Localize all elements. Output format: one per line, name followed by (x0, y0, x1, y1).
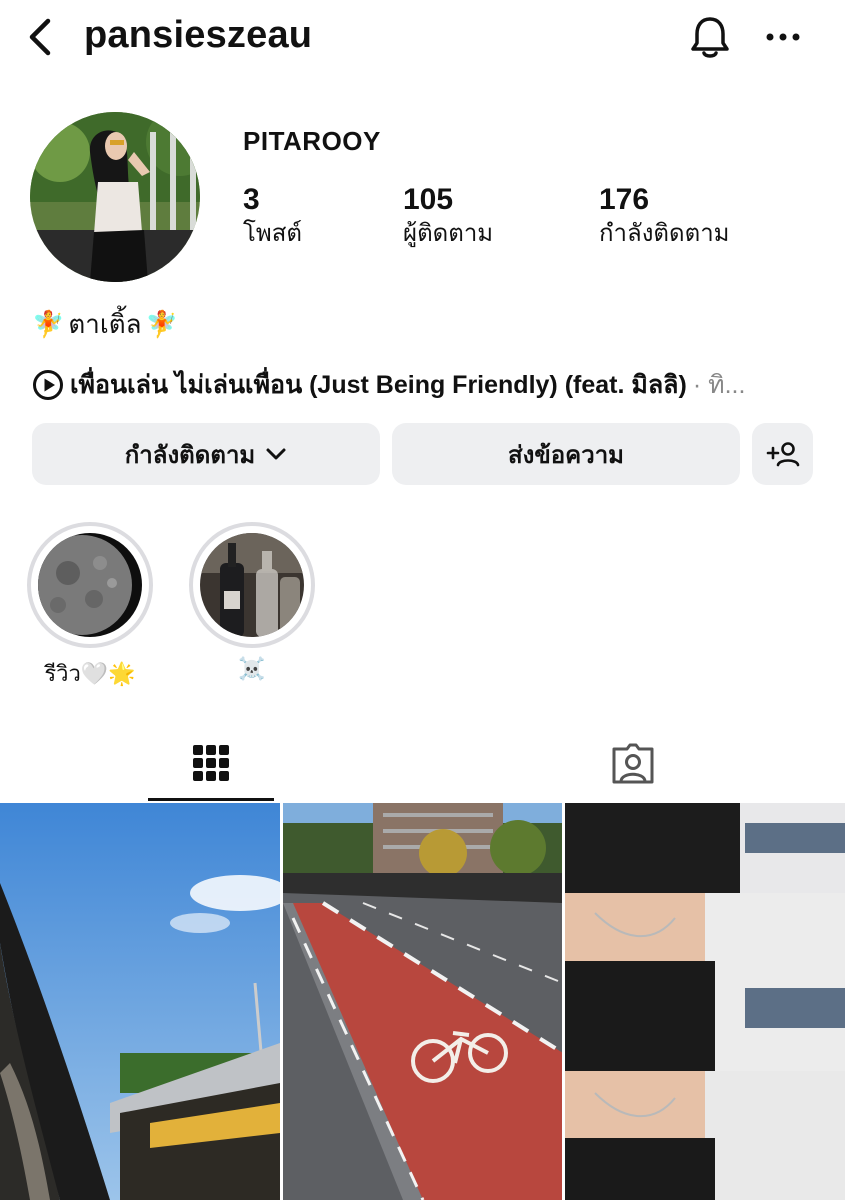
sky-car-photo (0, 803, 280, 1200)
profile-username: pansieszeau (84, 14, 313, 56)
moon-image (38, 533, 142, 637)
music-artist-suffix: · ทิ... (692, 371, 746, 399)
story-highlight[interactable]: รีวิว🤍🌟 (27, 522, 153, 691)
highlight-label: ☠️ (238, 656, 266, 681)
bike-lane-photo (282, 803, 563, 1200)
notifications-button[interactable] (684, 12, 736, 64)
followers-count: 105 (403, 183, 454, 216)
highlight-ring (189, 522, 315, 648)
story-highlight[interactable]: ☠️ (189, 522, 315, 682)
following-count: 176 (599, 183, 650, 216)
highlight-ring (27, 522, 153, 648)
grid-icon (193, 745, 229, 781)
message-button[interactable]: ส่งข้อความ (392, 423, 740, 485)
bottles-image (200, 533, 304, 637)
stat-followers[interactable]: 105 ผู้ติดตาม (403, 183, 493, 249)
chevron-down-icon (266, 448, 286, 460)
add-person-icon (766, 442, 799, 467)
tagged-person-icon (612, 743, 654, 784)
post-thumbnail[interactable] (0, 803, 280, 1200)
following-label: กำลังติดตาม (599, 220, 730, 247)
chevron-left-icon (29, 18, 51, 56)
fairy-emoji-left: 🧚 (32, 309, 65, 339)
back-button[interactable] (20, 14, 60, 60)
post-thumbnail[interactable] (565, 803, 845, 1200)
profile-music[interactable]: เพื่อนเล่น ไม่เล่นเพื่อน (Just Being Fri… (32, 366, 822, 404)
posts-count: 3 (243, 183, 260, 216)
suggested-users-button[interactable] (752, 423, 813, 485)
top-bar: pansieszeau (0, 0, 845, 80)
message-button-label: ส่งข้อความ (507, 441, 624, 469)
posts-label: โพสต์ (243, 220, 302, 247)
highlight-label: รีวิว🤍🌟 (44, 661, 136, 686)
bell-icon (691, 17, 729, 58)
display-name: PITAROOY (243, 126, 381, 156)
posts-grid (0, 803, 845, 1200)
fairy-emoji-right: 🧚 (145, 309, 178, 339)
avatar-photo (30, 112, 200, 282)
stat-posts[interactable]: 3 โพสต์ (243, 183, 302, 249)
music-title: เพื่อนเล่น ไม่เล่นเพื่อน (Just Being Fri… (70, 371, 687, 399)
tab-tagged[interactable] (570, 725, 696, 801)
profile-avatar[interactable] (30, 112, 200, 282)
highlight-cover (38, 533, 142, 637)
more-options-button[interactable] (760, 14, 806, 60)
profile-bio: 🧚 ตาเติ้ล 🧚 (32, 304, 178, 345)
profile-page: pansieszeau PITAROOY 3 โพสต์ 105 ผู้ติดต… (0, 0, 845, 1200)
outfit-collage-photo (565, 803, 845, 1200)
highlight-cover (200, 533, 304, 637)
following-button-label: กำลังติดตาม (124, 441, 256, 469)
more-horizontal-icon (766, 33, 800, 41)
followers-label: ผู้ติดตาม (403, 220, 494, 247)
post-thumbnail[interactable] (282, 803, 563, 1200)
tab-posts-grid[interactable] (148, 725, 274, 801)
stat-following[interactable]: 176 กำลังติดตาม (599, 183, 730, 249)
following-button[interactable]: กำลังติดตาม (32, 423, 380, 485)
bio-text: ตาเติ้ล (68, 309, 142, 339)
play-circle-icon (33, 370, 63, 400)
